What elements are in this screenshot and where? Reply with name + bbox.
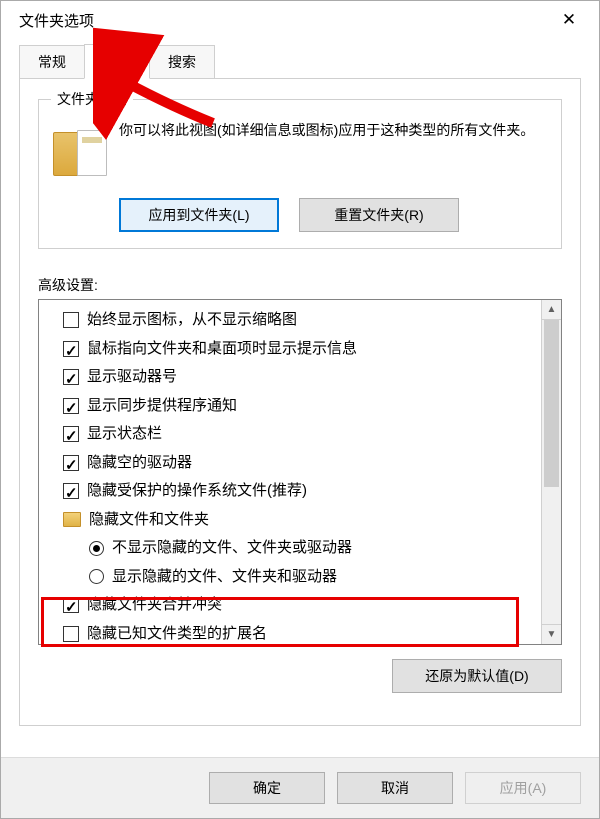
list-item-label: 显示隐藏的文件、文件夹和驱动器: [112, 563, 337, 592]
list-item-label: 隐藏文件和文件夹: [89, 506, 209, 535]
checkbox-icon[interactable]: [63, 483, 79, 499]
checkbox-icon[interactable]: [63, 312, 79, 328]
scrollbar[interactable]: ▲ ▼: [541, 300, 561, 644]
ok-button[interactable]: 确定: [209, 772, 325, 804]
window-title: 文件夹选项: [19, 10, 549, 31]
list-item-label: 显示状态栏: [87, 420, 162, 449]
folder-icon: [63, 512, 81, 527]
list-item-label: 隐藏文件夹合并冲突: [87, 591, 222, 620]
tab-search[interactable]: 搜索: [149, 45, 215, 79]
advanced-settings-label: 高级设置:: [38, 275, 562, 295]
folder-view-description: 你可以将此视图(如详细信息或图标)应用于这种类型的所有文件夹。: [119, 120, 534, 184]
checkbox-icon[interactable]: [63, 426, 79, 442]
scroll-thumb[interactable]: [544, 320, 559, 487]
list-item[interactable]: 隐藏文件夹合并冲突: [63, 591, 537, 620]
tab-strip: 常规 查看 搜索: [19, 45, 581, 79]
tab-view-panel: 文件夹视图 你可以将此视图(如详细信息或图标)应用于这种类型的所有文件夹。 应用…: [19, 79, 581, 726]
restore-defaults-button[interactable]: 还原为默认值(D): [392, 659, 562, 693]
advanced-settings-box: 始终显示图标，从不显示缩略图鼠标指向文件夹和桌面项时显示提示信息显示驱动器号显示…: [38, 299, 562, 645]
list-item[interactable]: 隐藏受保护的操作系统文件(推荐): [63, 477, 537, 506]
radio-icon[interactable]: [89, 541, 104, 556]
scroll-track[interactable]: [542, 320, 561, 624]
reset-folders-button[interactable]: 重置文件夹(R): [299, 198, 459, 232]
tab-view[interactable]: 查看: [84, 44, 150, 79]
dialog-body: 常规 查看 搜索 文件夹视图 你可以将此视图(如详细信息或图标)应用于这种类型的…: [1, 39, 599, 757]
list-item[interactable]: 显示驱动器号: [63, 363, 537, 392]
checkbox-icon[interactable]: [63, 398, 79, 414]
checkbox-icon[interactable]: [63, 341, 79, 357]
list-item[interactable]: 始终显示图标，从不显示缩略图: [63, 306, 537, 335]
checkbox-icon[interactable]: [63, 597, 79, 613]
checkbox-icon[interactable]: [63, 626, 79, 642]
list-item-label: 不显示隐藏的文件、文件夹或驱动器: [112, 534, 352, 563]
folder-view-group: 文件夹视图 你可以将此视图(如详细信息或图标)应用于这种类型的所有文件夹。 应用…: [38, 99, 562, 249]
checkbox-icon[interactable]: [63, 369, 79, 385]
list-item-label: 隐藏受保护的操作系统文件(推荐): [87, 477, 307, 506]
list-item[interactable]: 隐藏已知文件类型的扩展名: [63, 620, 537, 645]
list-item-label: 显示同步提供程序通知: [87, 392, 237, 421]
list-item[interactable]: 鼠标指向文件夹和桌面项时显示提示信息: [63, 335, 537, 364]
close-icon[interactable]: ✕: [549, 10, 589, 30]
list-item-label: 鼠标指向文件夹和桌面项时显示提示信息: [87, 335, 357, 364]
folder-options-dialog: 文件夹选项 ✕ 常规 查看 搜索 文件夹视图 你可以将此视图(如详细信息或图标)…: [0, 0, 600, 819]
list-item[interactable]: 显示同步提供程序通知: [63, 392, 537, 421]
list-item-label: 隐藏空的驱动器: [87, 449, 192, 478]
folder-view-group-title: 文件夹视图: [51, 89, 133, 109]
folder-icon: [53, 124, 107, 184]
list-item-label: 显示驱动器号: [87, 363, 177, 392]
advanced-settings-list[interactable]: 始终显示图标，从不显示缩略图鼠标指向文件夹和桌面项时显示提示信息显示驱动器号显示…: [39, 300, 541, 644]
scroll-down-button[interactable]: ▼: [542, 624, 561, 644]
apply-to-folders-button[interactable]: 应用到文件夹(L): [119, 198, 279, 232]
list-item[interactable]: 显示状态栏: [63, 420, 537, 449]
title-bar: 文件夹选项 ✕: [1, 1, 599, 39]
tab-general[interactable]: 常规: [19, 45, 85, 79]
cancel-button[interactable]: 取消: [337, 772, 453, 804]
radio-icon[interactable]: [89, 569, 104, 584]
list-item[interactable]: 隐藏文件和文件夹: [63, 506, 537, 535]
list-item[interactable]: 隐藏空的驱动器: [63, 449, 537, 478]
list-item[interactable]: 不显示隐藏的文件、文件夹或驱动器: [63, 534, 537, 563]
dialog-footer: 确定 取消 应用(A): [1, 757, 599, 818]
scroll-up-button[interactable]: ▲: [542, 300, 561, 320]
list-item-label: 始终显示图标，从不显示缩略图: [87, 306, 297, 335]
apply-button[interactable]: 应用(A): [465, 772, 581, 804]
checkbox-icon[interactable]: [63, 455, 79, 471]
list-item[interactable]: 显示隐藏的文件、文件夹和驱动器: [63, 563, 537, 592]
list-item-label: 隐藏已知文件类型的扩展名: [87, 620, 267, 645]
